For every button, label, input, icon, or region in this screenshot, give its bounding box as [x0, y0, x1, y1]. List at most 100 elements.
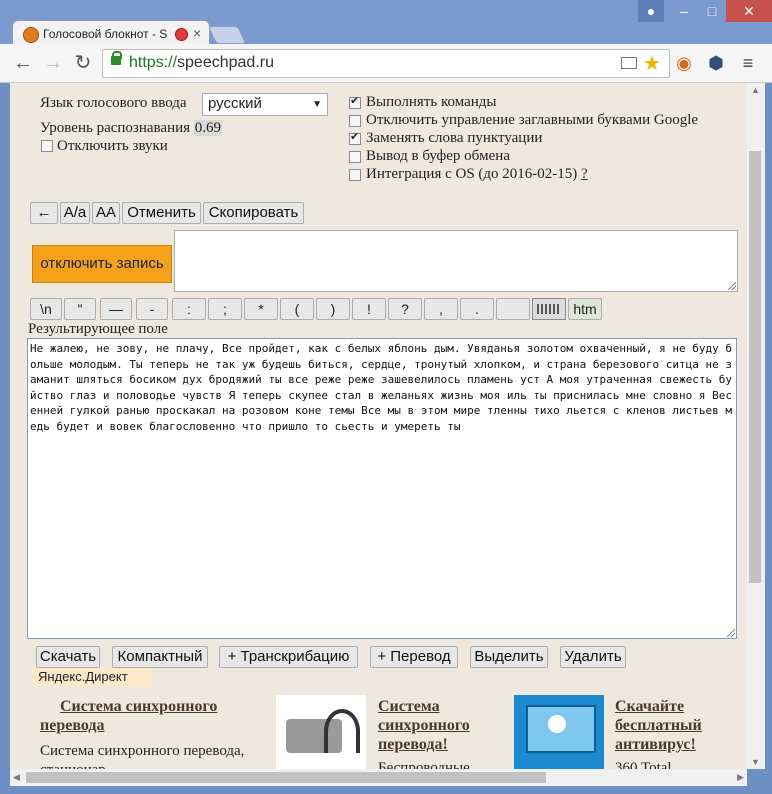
ad-2-title[interactable]: Система синхронного перевода!: [378, 697, 498, 754]
address-bar[interactable]: https://speechpad.ru ★: [102, 49, 670, 78]
language-value: русский: [208, 95, 262, 112]
mute-sounds-label: Отключить звуки: [57, 138, 168, 154]
transcription-button[interactable]: + Транскрибацию: [219, 646, 358, 668]
ad-1-text: Система синхронного перевода, стационар: [40, 743, 245, 769]
vertical-scroll-thumb[interactable]: [749, 151, 761, 583]
disable-capitals-label: Отключить управление заглавными буквами …: [366, 112, 699, 128]
replace-punctuation-checkbox[interactable]: [349, 130, 361, 145]
confidence-row: Уровень распознавания 0.69: [40, 120, 223, 137]
lock-icon: [111, 51, 122, 65]
tab-close-icon[interactable]: ×: [193, 25, 201, 41]
scroll-up-icon[interactable]: ▲: [751, 85, 760, 95]
semicolon-button[interactable]: ;: [208, 298, 242, 320]
resize-handle-icon[interactable]: [727, 629, 735, 637]
tab-title: Голосовой блокнот - S: [43, 27, 168, 41]
html-button[interactable]: htm: [568, 298, 602, 320]
confidence-value: 0.69: [193, 120, 223, 136]
scroll-right-icon[interactable]: ▶: [737, 772, 744, 783]
execute-commands-label: Выполнять команды: [366, 94, 497, 110]
antivirus-logo-icon: [548, 715, 566, 733]
forward-arrow-icon[interactable]: →: [42, 52, 64, 74]
user-profile-icon[interactable]: ●: [638, 0, 664, 22]
result-text: Не жалею, не зову, не плачу, Все пройдет…: [30, 342, 732, 433]
confidence-label: Уровень распознавания: [40, 120, 191, 136]
new-tab-button[interactable]: [207, 26, 247, 44]
favicon-icon: [23, 27, 39, 43]
ad-3-text: 360 Total: [615, 760, 672, 769]
disable-capitals-checkbox[interactable]: [349, 115, 361, 127]
browser-toolbar: ← → ↻ https://speechpad.ru ★ ◉ ⬢ ≡: [0, 44, 772, 83]
resize-handle-icon[interactable]: [728, 282, 736, 290]
case-toggle-button[interactable]: A/a: [60, 202, 90, 224]
keyboard-icon[interactable]: [532, 298, 566, 320]
delete-button[interactable]: Удалить: [560, 646, 626, 668]
open-paren-button[interactable]: (: [280, 298, 314, 320]
close-paren-button[interactable]: ): [316, 298, 350, 320]
result-textarea[interactable]: Не жалею, не зову, не плачу, Все пройдет…: [27, 338, 737, 639]
help-link[interactable]: ?: [581, 166, 588, 182]
question-button[interactable]: ?: [388, 298, 422, 320]
uppercase-button[interactable]: AA: [92, 202, 120, 224]
title-bar: Голосовой блокнот - S × ● – □ ✕: [0, 0, 772, 47]
exclamation-button[interactable]: !: [352, 298, 386, 320]
maximize-button[interactable]: □: [698, 0, 726, 22]
back-button[interactable]: ←: [30, 202, 58, 224]
asterisk-button[interactable]: *: [244, 298, 278, 320]
bookmark-star-icon[interactable]: ★: [643, 51, 661, 76]
horizontal-scrollbar[interactable]: ◀ ▶: [10, 769, 747, 786]
ad-3-image[interactable]: [514, 695, 604, 769]
language-label: Язык голосового ввода: [40, 95, 187, 111]
quote-button[interactable]: ": [64, 298, 96, 320]
replace-punctuation-label: Заменять слова пунктуации: [366, 130, 543, 146]
os-integration-checkbox[interactable]: [349, 169, 361, 181]
recording-indicator-icon: [175, 28, 188, 41]
browser-tab[interactable]: Голосовой блокнот - S ×: [12, 20, 210, 47]
hyphen-button[interactable]: -: [136, 298, 168, 320]
url-scheme: https://: [129, 54, 178, 71]
scroll-left-icon[interactable]: ◀: [13, 772, 20, 783]
result-label: Результирующее поле: [28, 321, 168, 337]
stop-recording-button[interactable]: отключить запись: [32, 245, 172, 283]
em-dash-button[interactable]: —: [100, 298, 132, 320]
close-window-button[interactable]: ✕: [726, 0, 772, 22]
interim-text-field[interactable]: [174, 230, 738, 292]
space-button[interactable]: [496, 298, 530, 320]
period-button[interactable]: .: [460, 298, 494, 320]
select-button[interactable]: Выделить: [470, 646, 548, 668]
reload-icon[interactable]: ↻: [72, 52, 94, 74]
copy-button[interactable]: Скопировать: [203, 202, 304, 224]
minimize-button[interactable]: –: [670, 0, 698, 22]
mute-sounds-checkbox[interactable]: [41, 140, 53, 152]
extension-shield-icon[interactable]: ⬢: [706, 53, 726, 73]
extension-speechpad-icon[interactable]: ◉: [674, 53, 694, 73]
menu-icon[interactable]: ≡: [738, 53, 758, 73]
language-select[interactable]: русский ▼: [202, 93, 328, 116]
newline-button[interactable]: \n: [30, 298, 62, 320]
chevron-down-icon: ▼: [312, 99, 322, 110]
clipboard-output-checkbox[interactable]: [349, 151, 361, 163]
undo-button[interactable]: Отменить: [122, 202, 201, 224]
headphones-icon: [324, 709, 360, 753]
os-integration-row: Интеграция с OS (до 2016-02-15) ?: [366, 166, 588, 183]
translation-button[interactable]: + Перевод: [370, 646, 458, 668]
colon-button[interactable]: :: [172, 298, 206, 320]
scroll-down-icon[interactable]: ▼: [751, 757, 760, 767]
ad-2-image[interactable]: [276, 695, 366, 769]
yandex-direct-label[interactable]: Яндекс.Директ: [32, 668, 152, 686]
url-text: https://speechpad.ru: [129, 54, 274, 72]
horizontal-scroll-thumb[interactable]: [26, 772, 546, 783]
os-integration-label: Интеграция с OS (до 2016-02-15): [366, 166, 578, 182]
ad-2-text: Беспроводные: [378, 760, 470, 769]
compact-button[interactable]: Компактный: [112, 646, 208, 668]
camera-icon[interactable]: [621, 57, 637, 69]
window-border-right: [765, 83, 772, 794]
page-content: Язык голосового ввода русский ▼ Уровень …: [10, 83, 747, 769]
execute-commands-checkbox[interactable]: [349, 94, 361, 109]
comma-button[interactable]: ,: [424, 298, 458, 320]
window-border-bottom: [0, 786, 772, 794]
ad-3-title[interactable]: Скачайте бесплатный антивирус!: [615, 697, 725, 754]
ad-1-title[interactable]: Система синхронного перевода: [40, 697, 250, 735]
back-arrow-icon[interactable]: ←: [12, 52, 34, 74]
vertical-scrollbar[interactable]: ▲ ▼: [747, 83, 765, 769]
download-button[interactable]: Скачать: [36, 646, 100, 668]
